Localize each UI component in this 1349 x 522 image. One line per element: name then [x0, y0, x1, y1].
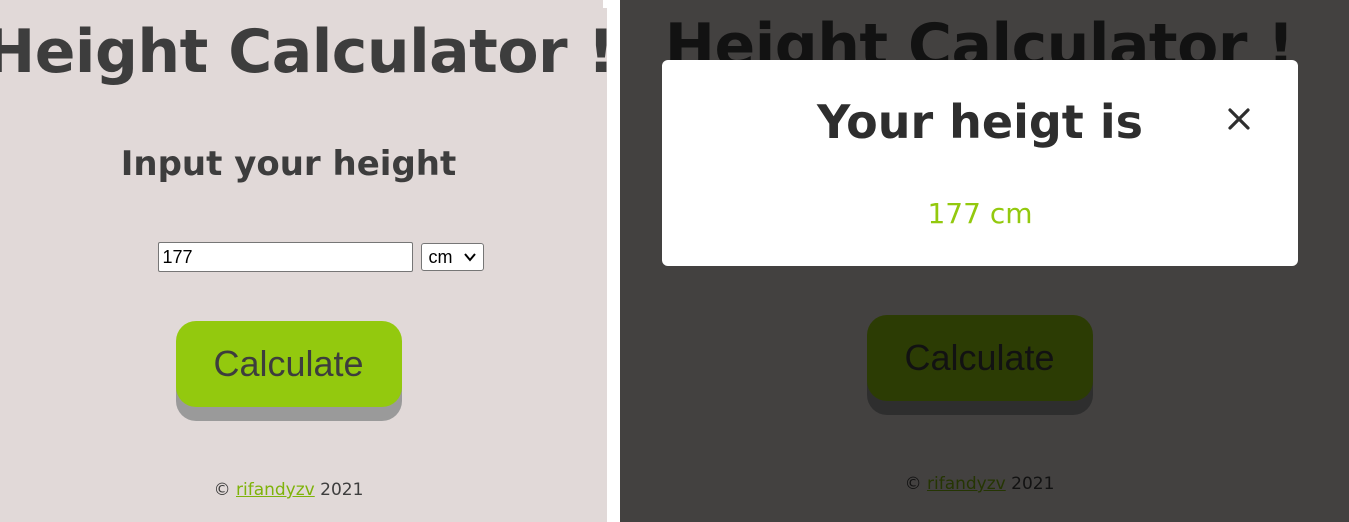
- copyright-symbol: ©: [213, 480, 231, 500]
- panel-divider: [603, 0, 620, 8]
- footer: © rifandyzv 2021: [0, 480, 592, 500]
- chevron-down-icon: [463, 253, 476, 262]
- calculator-page-right: Height Calculator ! Input your height cm…: [620, 0, 1349, 522]
- footer-year: 2021: [320, 480, 364, 500]
- calculate-button[interactable]: Calculate: [175, 321, 402, 407]
- modal-title: Your heigt is: [817, 95, 1143, 149]
- close-icon: [1228, 108, 1250, 130]
- author-link[interactable]: rifandyzv: [236, 480, 315, 500]
- height-input[interactable]: [157, 242, 413, 272]
- page-subtitle: Input your height: [120, 144, 457, 184]
- calculate-button-wrap: Calculate: [175, 321, 402, 421]
- result-modal: Your heigt is 177 cm: [662, 60, 1298, 266]
- screenshot-stage: Height Calculator ! Input your height cm…: [0, 0, 1349, 522]
- page-content: Height Calculator ! Input your height cm…: [0, 0, 607, 522]
- unit-select-value: cm: [428, 246, 453, 267]
- modal-result: 177 cm: [927, 197, 1033, 230]
- modal-close-button[interactable]: [1224, 104, 1254, 134]
- height-input-row: cm: [0, 242, 592, 272]
- calculator-page-left: Height Calculator ! Input your height cm…: [0, 0, 607, 522]
- unit-select[interactable]: cm: [420, 243, 484, 271]
- page-title: Height Calculator !: [0, 17, 607, 87]
